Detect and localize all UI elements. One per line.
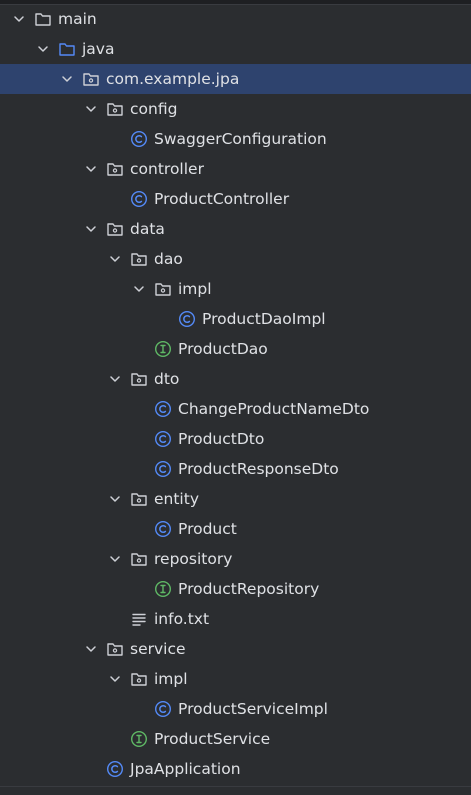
package-icon xyxy=(131,673,147,686)
tree-item-label: info.txt xyxy=(154,610,210,628)
chevron-down-icon[interactable] xyxy=(84,642,98,656)
tree-item-label: com.example.jpa xyxy=(106,70,240,88)
interface-icon xyxy=(154,580,172,598)
tree-item-label: ProductDaoImpl xyxy=(202,310,326,328)
tree-item-dto[interactable]: dto xyxy=(0,364,471,394)
tree-item-data[interactable]: data xyxy=(0,214,471,244)
package-icon xyxy=(131,553,147,566)
class-icon xyxy=(130,190,148,208)
chevron-down-icon[interactable] xyxy=(12,12,26,26)
tree-item-main[interactable]: main xyxy=(0,4,471,34)
package-icon xyxy=(107,163,123,176)
tree-item-label: ProductServiceImpl xyxy=(178,700,328,718)
package-icon xyxy=(155,283,171,296)
tree-item-label: controller xyxy=(130,160,204,178)
class-icon xyxy=(154,400,172,418)
class-icon xyxy=(106,760,124,778)
package-icon xyxy=(107,103,123,116)
chevron-down-icon[interactable] xyxy=(36,42,50,56)
tree-item-product-dao-impl[interactable]: ProductDaoImpl xyxy=(0,304,471,334)
tree-item-dao[interactable]: dao xyxy=(0,244,471,274)
package-icon xyxy=(83,73,99,86)
tree-item-label: dto xyxy=(154,370,180,388)
chevron-down-icon[interactable] xyxy=(108,492,122,506)
package-icon xyxy=(107,643,123,656)
tree-item-entity[interactable]: entity xyxy=(0,484,471,514)
tree-item-label: impl xyxy=(178,280,212,298)
tree-item-label: JpaApplication xyxy=(130,760,241,778)
class-icon xyxy=(154,700,172,718)
chevron-down-icon[interactable] xyxy=(108,252,122,266)
tree-item-label: ProductRepository xyxy=(178,580,320,598)
tree-item-product-dao[interactable]: ProductDao xyxy=(0,334,471,364)
interface-icon xyxy=(154,340,172,358)
tree-item-change-product-name-dto[interactable]: ChangeProductNameDto xyxy=(0,394,471,424)
tree-item-product-controller[interactable]: ProductController xyxy=(0,184,471,214)
interface-icon xyxy=(130,730,148,748)
tree-item-product-response-dto[interactable]: ProductResponseDto xyxy=(0,454,471,484)
tree-item-label: ChangeProductNameDto xyxy=(178,400,370,418)
tree-item-label: dao xyxy=(154,250,183,268)
package-icon xyxy=(131,493,147,506)
tree-item-label: Product xyxy=(178,520,237,538)
tree-item-repository[interactable]: repository xyxy=(0,544,471,574)
tree-item-java[interactable]: java xyxy=(0,34,471,64)
tree-item-label: config xyxy=(130,100,178,118)
class-icon xyxy=(154,520,172,538)
tree-item-label: data xyxy=(130,220,165,238)
tree-item-label: ProductDao xyxy=(178,340,268,358)
chevron-down-icon[interactable] xyxy=(108,552,122,566)
chevron-down-icon[interactable] xyxy=(132,282,146,296)
tree-item-label: main xyxy=(58,10,97,28)
tree-item-jpa-application[interactable]: JpaApplication xyxy=(0,754,471,784)
panel-bottom-border xyxy=(0,786,471,795)
class-icon xyxy=(178,310,196,328)
tree-item-label: ProductResponseDto xyxy=(178,460,339,478)
tree-item-info-txt[interactable]: info.txt xyxy=(0,604,471,634)
tree-item-label: ProductController xyxy=(154,190,290,208)
tree-item-product-service[interactable]: ProductService xyxy=(0,724,471,754)
tree-item-com-example-jpa[interactable]: com.example.jpa xyxy=(0,64,471,94)
chevron-down-icon[interactable] xyxy=(108,372,122,386)
tree-item-label: ProductService xyxy=(154,730,271,748)
class-icon xyxy=(154,430,172,448)
package-icon xyxy=(107,223,123,236)
tree-item-product-service-impl[interactable]: ProductServiceImpl xyxy=(0,694,471,724)
tree-item-product[interactable]: Product xyxy=(0,514,471,544)
tree-item-label: repository xyxy=(154,550,233,568)
folder-icon xyxy=(35,13,51,26)
tree-item-label: impl xyxy=(154,670,188,688)
tree-item-label: service xyxy=(130,640,186,658)
tree-item-dao-impl[interactable]: impl xyxy=(0,274,471,304)
tree-item-label: entity xyxy=(154,490,199,508)
text-file-icon xyxy=(132,613,146,626)
tree-item-service[interactable]: service xyxy=(0,634,471,664)
tree-item-label: SwaggerConfiguration xyxy=(154,130,327,148)
chevron-down-icon[interactable] xyxy=(60,72,74,86)
class-icon xyxy=(130,130,148,148)
source-folder-icon xyxy=(59,43,75,56)
tree-item-product-repository[interactable]: ProductRepository xyxy=(0,574,471,604)
class-icon xyxy=(154,460,172,478)
chevron-down-icon[interactable] xyxy=(108,672,122,686)
tree-item-service-impl[interactable]: impl xyxy=(0,664,471,694)
tree-item-swagger-configuration[interactable]: SwaggerConfiguration xyxy=(0,124,471,154)
tree-item-product-dto[interactable]: ProductDto xyxy=(0,424,471,454)
tree-item-label: ProductDto xyxy=(178,430,265,448)
chevron-down-icon[interactable] xyxy=(84,102,98,116)
tree-item-controller[interactable]: controller xyxy=(0,154,471,184)
chevron-down-icon[interactable] xyxy=(84,162,98,176)
package-icon xyxy=(131,253,147,266)
chevron-down-icon[interactable] xyxy=(84,222,98,236)
tree-item-label: java xyxy=(82,40,115,58)
package-icon xyxy=(131,373,147,386)
project-tree[interactable]: main java com.example.jpa config Swagger… xyxy=(0,4,471,784)
tree-item-config[interactable]: config xyxy=(0,94,471,124)
